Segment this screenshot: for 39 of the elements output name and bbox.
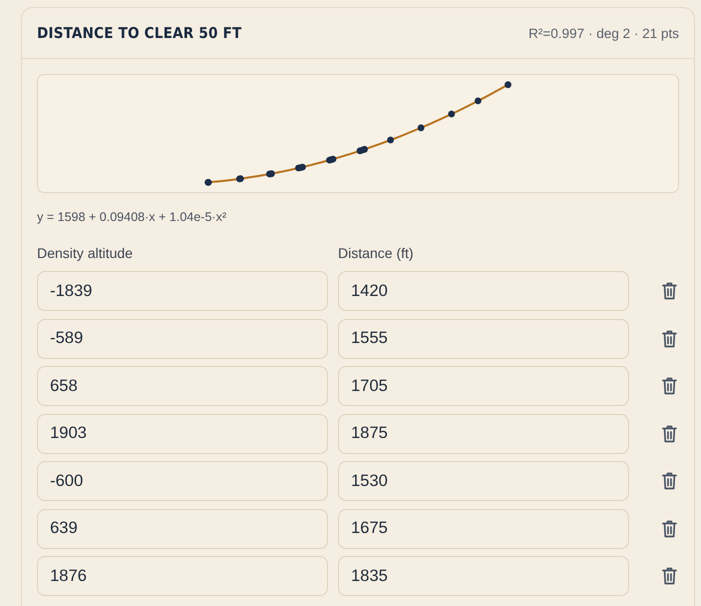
trash-icon	[662, 330, 677, 348]
trash-icon	[662, 567, 677, 585]
data-point	[504, 81, 512, 88]
data-point	[418, 124, 424, 132]
delete-button[interactable]	[662, 282, 677, 300]
delete-button[interactable]	[662, 567, 677, 585]
input-field[interactable]: 1876	[37, 556, 328, 596]
input-field[interactable]: -589	[37, 318, 328, 358]
trash-icon	[662, 472, 677, 490]
data-point	[448, 110, 455, 118]
delete-button[interactable]	[662, 330, 677, 348]
input-field[interactable]: 658	[37, 366, 328, 406]
input-field[interactable]: 1835	[338, 556, 629, 596]
column-label: Density altitude	[37, 244, 134, 262]
data-point	[474, 98, 482, 104]
trash-icon	[662, 377, 677, 395]
input-field[interactable]: 1420	[338, 271, 629, 311]
input-field[interactable]: 1705	[338, 366, 629, 406]
fit-summary: R²=0.997 · deg 2 · 21 pts	[528, 26, 679, 40]
formula-text: y = 1598 + 0.09408·x + 1.04e-5·x²	[37, 209, 228, 225]
input-field[interactable]: 639	[37, 508, 328, 548]
trash-icon	[662, 424, 677, 442]
delete-button[interactable]	[662, 424, 677, 442]
column-label: Distance (ft)	[338, 244, 414, 262]
delete-button[interactable]	[662, 472, 677, 490]
data-point	[387, 136, 394, 144]
trash-icon	[662, 282, 677, 300]
trash-icon	[662, 520, 677, 538]
input-field[interactable]: 1530	[338, 461, 629, 501]
data-point	[205, 179, 212, 186]
input-field[interactable]: 1875	[338, 414, 629, 454]
delete-button[interactable]	[662, 377, 677, 395]
input-field[interactable]: -600	[37, 461, 328, 501]
card-title: DISTANCE TO CLEAR 50 FT	[37, 24, 242, 42]
delete-button[interactable]	[662, 520, 677, 538]
input-field[interactable]: 1675	[338, 508, 629, 548]
input-field[interactable]: -1839	[37, 271, 328, 311]
input-field[interactable]: 1903	[37, 414, 328, 454]
input-field[interactable]: 1555	[338, 318, 629, 358]
